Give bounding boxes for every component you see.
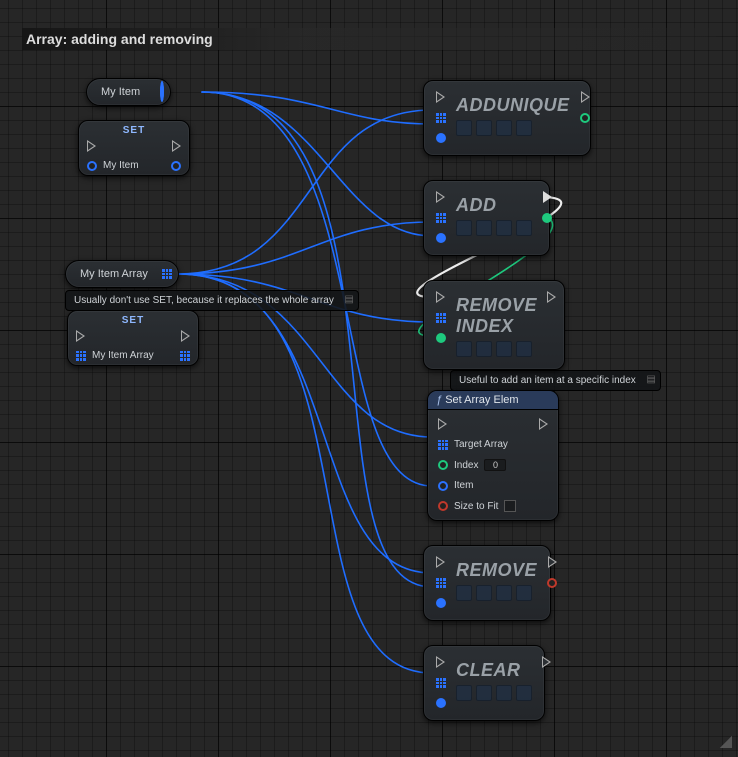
set-node-my-item-array[interactable]: SET My Item Array <box>67 310 199 366</box>
graph-title: Array: adding and removing <box>22 28 716 50</box>
set-array-elem-node[interactable]: Set Array Elem Target Array Index0 Item … <box>427 390 559 521</box>
set-node-my-item[interactable]: SET My Item <box>78 120 190 176</box>
variable-node-my-item-array[interactable]: My Item Array <box>65 260 179 288</box>
node-title: CLEAR <box>456 660 532 681</box>
array-in-pin[interactable] <box>436 113 446 123</box>
array-node-addUnique[interactable]: ADDUNIQUE <box>423 80 591 156</box>
value-in-pin[interactable]: My Item Array <box>76 350 154 361</box>
array-in-pin[interactable] <box>436 678 446 688</box>
exec-in-pin[interactable] <box>436 656 445 668</box>
exec-out-pin[interactable] <box>548 556 557 568</box>
item-in-pin[interactable] <box>436 133 446 143</box>
exec-out-pin[interactable] <box>542 656 551 668</box>
exec-in-pin[interactable] <box>436 556 445 568</box>
variable-label: My Item <box>101 86 140 98</box>
size-to-fit-checkbox[interactable] <box>504 500 516 512</box>
set-header: SET <box>79 121 189 136</box>
item-in-pin[interactable] <box>436 698 446 708</box>
array-decoration <box>456 220 532 236</box>
item-pin[interactable]: Item <box>438 480 548 491</box>
index-in-pin[interactable] <box>436 333 446 343</box>
exec-in-pin[interactable] <box>87 140 96 152</box>
resize-handle-icon[interactable]: ◢ <box>720 731 732 751</box>
exec-in-pin[interactable] <box>76 330 85 342</box>
array-node-remove[interactable]: REMOVE <box>423 545 551 621</box>
exec-in-pin[interactable] <box>436 191 445 203</box>
item-in-pin[interactable] <box>436 598 446 608</box>
return-pin[interactable] <box>547 578 557 588</box>
exec-in-pin[interactable] <box>438 418 447 430</box>
set-header: SET <box>68 311 198 326</box>
array-decoration <box>456 341 537 357</box>
array-decoration <box>456 585 537 601</box>
node-title: REMOVEINDEX <box>456 295 537 337</box>
value-in-pin[interactable]: My Item <box>87 160 139 171</box>
target-array-pin[interactable]: Target Array <box>438 439 548 450</box>
array-node-removeIdx[interactable]: REMOVEINDEX <box>423 280 565 370</box>
size-to-fit-pin[interactable]: Size to Fit <box>438 500 548 512</box>
array-decoration <box>456 120 570 136</box>
array-in-pin[interactable] <box>436 578 446 588</box>
node-title: Set Array Elem <box>428 391 558 410</box>
node-title: REMOVE <box>456 560 537 581</box>
array-decoration <box>456 685 532 701</box>
comment-icon: ▤ <box>646 374 655 385</box>
array-in-pin[interactable] <box>436 313 446 323</box>
node-title: ADDUNIQUE <box>456 95 570 116</box>
exec-out-pin[interactable] <box>547 291 556 303</box>
comment-set-warning: Usually don't use SET, because it replac… <box>65 290 359 311</box>
exec-in-pin[interactable] <box>436 91 445 103</box>
comment-set-array-elem: Useful to add an item at a specific inde… <box>450 370 661 391</box>
variable-node-my-item[interactable]: My Item <box>86 78 171 106</box>
comment-icon: ▤ <box>344 294 353 305</box>
value-out-pin[interactable] <box>180 351 190 361</box>
exec-out-pin[interactable] <box>581 91 590 103</box>
return-pin[interactable] <box>542 213 552 223</box>
exec-out-pin[interactable] <box>181 330 190 342</box>
variable-label: My Item Array <box>80 268 148 280</box>
array-in-pin[interactable] <box>436 213 446 223</box>
output-pin[interactable] <box>162 269 172 279</box>
node-title: ADD <box>456 195 532 216</box>
exec-in-pin[interactable] <box>436 291 445 303</box>
index-pin[interactable]: Index0 <box>438 459 548 471</box>
item-in-pin[interactable] <box>436 233 446 243</box>
array-node-add[interactable]: ADD <box>423 180 550 256</box>
exec-out-pin[interactable] <box>172 140 181 152</box>
array-node-clear[interactable]: CLEAR <box>423 645 545 721</box>
exec-out-pin[interactable] <box>543 191 552 203</box>
exec-out-pin[interactable] <box>539 418 548 430</box>
value-out-pin[interactable] <box>171 161 181 171</box>
return-pin[interactable] <box>580 113 590 123</box>
output-pin[interactable] <box>160 83 164 101</box>
